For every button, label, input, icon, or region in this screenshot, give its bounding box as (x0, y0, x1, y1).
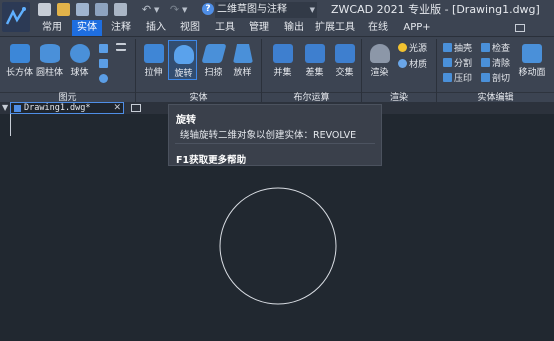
move-face-button[interactable]: 移动面 (515, 40, 549, 80)
tab-app-plus[interactable]: APP+ (400, 20, 434, 36)
clean-button[interactable]: 清除 (481, 58, 510, 70)
cylinder-icon (40, 44, 60, 63)
box-button[interactable]: 长方体 (5, 40, 34, 80)
circle-entity[interactable] (219, 187, 337, 305)
workspace-select[interactable]: 二维草图与注释 ▼ (215, 2, 317, 18)
chevron-down-icon: ▼ (309, 6, 315, 14)
save-icon[interactable] (76, 3, 89, 16)
document-tab[interactable]: Drawing1.dwg* ✕ (10, 102, 124, 114)
move-face-label: 移动面 (518, 68, 546, 78)
tab-output[interactable]: 输出 (279, 20, 309, 36)
separate-button[interactable]: 分割 (443, 58, 472, 70)
shell-icon (443, 43, 452, 52)
shell-label: 抽壳 (454, 44, 473, 54)
print-icon[interactable] (114, 3, 127, 16)
lightbulb-icon (398, 43, 407, 52)
imprint-icon (443, 73, 452, 82)
union-icon (273, 44, 293, 63)
new-tab-icon[interactable] (131, 104, 141, 112)
separate-icon (443, 58, 452, 67)
tab-extensions[interactable]: 扩展工具 (313, 20, 357, 36)
tooltip-title: 旋转 (176, 115, 196, 126)
render-label: 渲染 (370, 68, 389, 78)
wedge-icon[interactable] (99, 59, 108, 68)
more-primitives-icon[interactable] (116, 43, 126, 51)
intersect-button[interactable]: 交集 (330, 40, 359, 80)
extrude-icon (144, 44, 164, 63)
sphere-button[interactable]: 球体 (65, 40, 94, 80)
material-button[interactable]: 材质 (398, 59, 427, 71)
revolve-icon (174, 45, 194, 64)
cone-icon[interactable] (99, 44, 108, 53)
tooltip-divider (175, 143, 375, 144)
drawing-file-icon (14, 105, 21, 112)
revolve-tooltip: 旋转 绕轴旋转二维对象以创建实体：REVOLVE F1获取更多帮助 (168, 104, 382, 166)
slice-icon (481, 73, 490, 82)
tooltip-help: F1获取更多帮助 (176, 155, 247, 166)
window-title: ZWCAD 2021 专业版 - [Drawing1.dwg] (331, 3, 540, 16)
open-folder-icon[interactable] (57, 3, 70, 16)
sphere-label: 球体 (70, 68, 89, 78)
check-button[interactable]: 检查 (481, 43, 510, 55)
light-button[interactable]: 光源 (398, 43, 427, 55)
move-face-icon (522, 44, 542, 63)
save-as-icon[interactable] (95, 3, 108, 16)
loft-icon (233, 44, 253, 63)
check-icon (481, 43, 490, 52)
subtract-button[interactable]: 差集 (300, 40, 329, 80)
loft-button[interactable]: 放样 (228, 40, 257, 80)
loft-label: 放样 (233, 68, 252, 78)
slice-button[interactable]: 剖切 (481, 73, 510, 85)
workspace-label: 二维草图与注释 (217, 4, 287, 15)
tab-annotate[interactable]: 注释 (106, 20, 136, 36)
union-button[interactable]: 并集 (268, 40, 297, 80)
material-label: 材质 (409, 60, 428, 70)
undo-dropdown-icon[interactable]: ▼ (154, 3, 161, 16)
clean-label: 清除 (492, 59, 511, 69)
ribbon-tabs: 常用 实体 注释 插入 视图 工具 管理 输出 扩展工具 在线 APP+ (0, 20, 554, 36)
check-label: 检查 (492, 44, 511, 54)
tab-solid[interactable]: 实体 (72, 20, 102, 36)
document-tab-label: Drawing1.dwg* (24, 103, 91, 113)
sweep-icon (201, 44, 227, 63)
separate-label: 分割 (454, 59, 473, 69)
redo-dropdown-icon[interactable]: ▼ (182, 3, 189, 16)
box-icon (10, 44, 30, 63)
clean-icon (481, 58, 490, 67)
intersect-label: 交集 (335, 68, 354, 78)
new-file-icon[interactable] (38, 3, 51, 16)
tab-insert[interactable]: 插入 (141, 20, 171, 36)
sphere-icon (70, 44, 90, 63)
document-menu-icon[interactable]: ▼ (2, 102, 8, 114)
imprint-label: 压印 (454, 74, 473, 84)
imprint-button[interactable]: 压印 (443, 73, 472, 85)
torus-icon[interactable] (99, 74, 108, 83)
extrude-button[interactable]: 拉伸 (139, 40, 168, 80)
render-button[interactable]: 渲染 (365, 40, 394, 80)
title-bar: ↶ ▼ ↷ ▼ ? 二维草图与注释 ▼ ZWCAD 2021 专业版 - [Dr… (0, 0, 554, 32)
tab-manage[interactable]: 管理 (244, 20, 274, 36)
tooltip-description: 绕轴旋转二维对象以创建实体：REVOLVE (180, 130, 357, 141)
subtract-icon (305, 44, 325, 63)
tab-view[interactable]: 视图 (175, 20, 205, 36)
teapot-icon (370, 44, 390, 63)
light-label: 光源 (409, 44, 428, 54)
app-logo-icon[interactable] (2, 2, 30, 32)
revolve-button[interactable]: 旋转 (168, 40, 197, 80)
slice-label: 剖切 (492, 74, 511, 84)
shell-button[interactable]: 抽壳 (443, 43, 472, 55)
material-icon (398, 59, 407, 68)
close-icon[interactable]: ✕ (113, 103, 121, 114)
intersect-icon (335, 44, 355, 63)
cylinder-button[interactable]: 圆柱体 (35, 40, 64, 80)
ribbon-minimize-icon[interactable] (515, 24, 525, 32)
tab-home[interactable]: 常用 (37, 20, 67, 36)
redo-icon[interactable]: ↷ (168, 3, 181, 16)
tab-online[interactable]: 在线 (363, 20, 393, 36)
tab-tools[interactable]: 工具 (210, 20, 240, 36)
undo-icon[interactable]: ↶ (140, 3, 153, 16)
workspace-help-icon[interactable]: ? (202, 3, 214, 15)
ribbon-panel: 长方体 圆柱体 球体 图元 拉伸 旋转 扫掠 放样 实体 并集 差集 交集 布尔… (0, 36, 554, 103)
